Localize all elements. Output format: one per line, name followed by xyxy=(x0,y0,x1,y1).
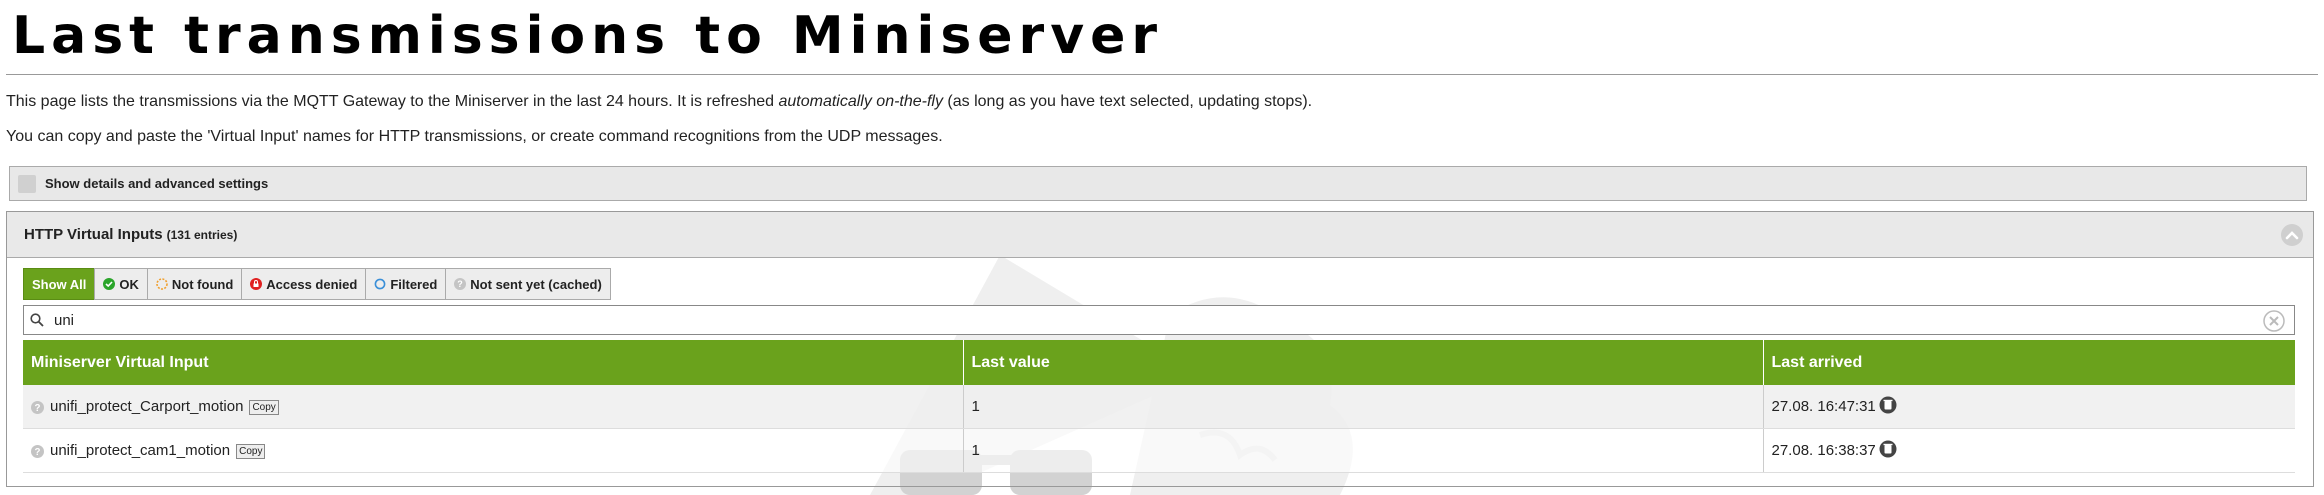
svg-text:?: ? xyxy=(35,446,41,457)
panel-header[interactable]: HTTP Virtual Inputs (131 entries) xyxy=(7,212,2313,258)
cell-last-value: 1 xyxy=(963,428,1764,473)
status-unknown-icon: ? xyxy=(31,444,44,458)
arrived-timestamp: 27.08. 16:47:31 xyxy=(1771,397,1876,415)
table-header: Miniserver Virtual Input Last value Last… xyxy=(23,340,2295,385)
virtual-input-name[interactable]: unifi_protect_cam1_motion xyxy=(50,442,230,459)
clear-search-icon[interactable] xyxy=(2263,310,2285,332)
panel-title: HTTP Virtual Inputs xyxy=(24,226,163,243)
check-circle-icon xyxy=(103,278,116,290)
search-icon xyxy=(30,313,44,327)
filter-ok-button[interactable]: OK xyxy=(94,268,148,300)
filter-filtered-button[interactable]: Filtered xyxy=(365,268,447,300)
arrived-timestamp: 27.08. 16:38:37 xyxy=(1771,441,1876,459)
denied-icon xyxy=(250,278,263,290)
filter-label: Not found xyxy=(171,276,234,292)
virtual-input-name[interactable]: unifi_protect_Carport_motion xyxy=(50,398,243,415)
cell-virtual-input: ? unifi_protect_Carport_motion Copy xyxy=(23,385,964,429)
filter-label: OK xyxy=(119,276,139,292)
status-unknown-icon: ? xyxy=(31,400,44,414)
filter-label: Show All xyxy=(32,276,87,292)
cell-virtual-input: ? unifi_protect_cam1_motion Copy xyxy=(23,428,964,473)
table-row: ? unifi_protect_Carport_motion Copy 1 27.0… xyxy=(23,385,2295,429)
copy-button[interactable]: Copy xyxy=(249,399,279,415)
virtual-inputs-table: Miniserver Virtual Input Last value Last… xyxy=(23,340,2295,473)
svg-text:?: ? xyxy=(35,402,41,413)
cell-last-value: 1 xyxy=(963,385,1764,429)
copy-button[interactable]: Copy xyxy=(236,443,266,459)
search-box xyxy=(23,305,2295,335)
cell-last-arrived: 27.08. 16:47:31 xyxy=(1763,385,2295,429)
column-header-last-value[interactable]: Last value xyxy=(963,340,1764,385)
cell-last-arrived: 27.08. 16:38:37 xyxy=(1763,428,2295,473)
entry-count: (131 entries) xyxy=(166,227,238,242)
intro-text-refresh: This page lists the transmissions via th… xyxy=(6,93,1313,110)
status-filter-bar: Show All OK Not found Access denied Filt… xyxy=(23,268,611,300)
filter-label: Filtered xyxy=(390,276,438,292)
filter-label: Not sent yet (cached) xyxy=(470,276,602,292)
filter-not-found-button[interactable]: Not found xyxy=(146,268,243,300)
page-title: Last transmissions to Miniserver xyxy=(12,6,1164,66)
filter-access-denied-button[interactable]: Access denied xyxy=(241,268,367,300)
details-checkbox[interactable] xyxy=(18,174,36,193)
trash-icon[interactable] xyxy=(1879,396,1897,418)
filter-label: Access denied xyxy=(266,276,358,292)
cached-icon: ? xyxy=(454,278,467,290)
intro-text-copy: You can copy and paste the 'Virtual Inpu… xyxy=(6,128,943,145)
search-input[interactable] xyxy=(52,310,2294,330)
trash-icon[interactable] xyxy=(1879,440,1897,462)
svg-text:?: ? xyxy=(458,279,464,289)
filtered-icon xyxy=(374,278,386,290)
chevron-up-icon[interactable] xyxy=(2281,224,2303,246)
filter-show-all-button[interactable]: Show All xyxy=(23,268,96,300)
column-header-virtual-input[interactable]: Miniserver Virtual Input xyxy=(23,340,964,385)
table-row: ? unifi_protect_cam1_motion Copy 1 27.08. … xyxy=(23,428,2295,473)
details-label: Show details and advanced settings xyxy=(45,176,269,191)
details-toggle[interactable]: Show details and advanced settings xyxy=(9,166,2307,201)
title-divider xyxy=(6,74,2318,75)
column-header-last-arrived[interactable]: Last arrived xyxy=(1763,340,2295,385)
http-virtual-inputs-panel: HTTP Virtual Inputs (131 entries) Show A… xyxy=(6,211,2314,487)
not-found-icon xyxy=(156,278,168,290)
filter-not-sent-yet-button[interactable]: ? Not sent yet (cached) xyxy=(445,268,611,300)
